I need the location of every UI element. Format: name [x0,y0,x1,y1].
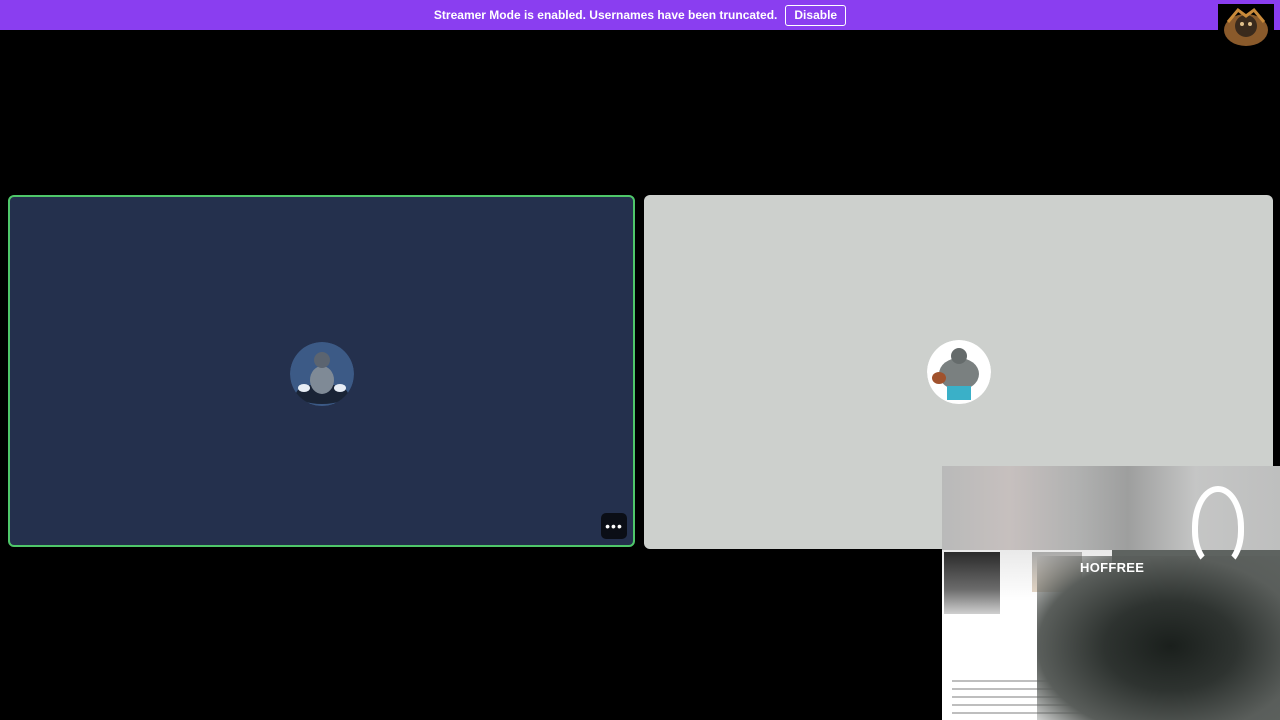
streamer-mode-banner: Streamer Mode is enabled. Usernames have… [0,0,1280,30]
webcam-poster-photo [944,552,1000,614]
user-avatar-icon[interactable] [1218,4,1274,48]
webcam-streamer [1037,556,1280,720]
disable-streamer-mode-button[interactable]: Disable [785,4,847,26]
headphones-icon [1192,486,1244,568]
more-options-button[interactable]: ••• [601,513,627,539]
participant-tile-1[interactable]: ••• [8,195,635,547]
streamer-mode-message: Streamer Mode is enabled. Usernames have… [433,8,778,22]
webcam-overlay-label: HOFFREE [1080,560,1145,575]
participant-2-avatar [927,340,991,404]
participant-1-avatar [290,342,354,406]
webcam-overlay: HOFFREE [942,466,1280,720]
